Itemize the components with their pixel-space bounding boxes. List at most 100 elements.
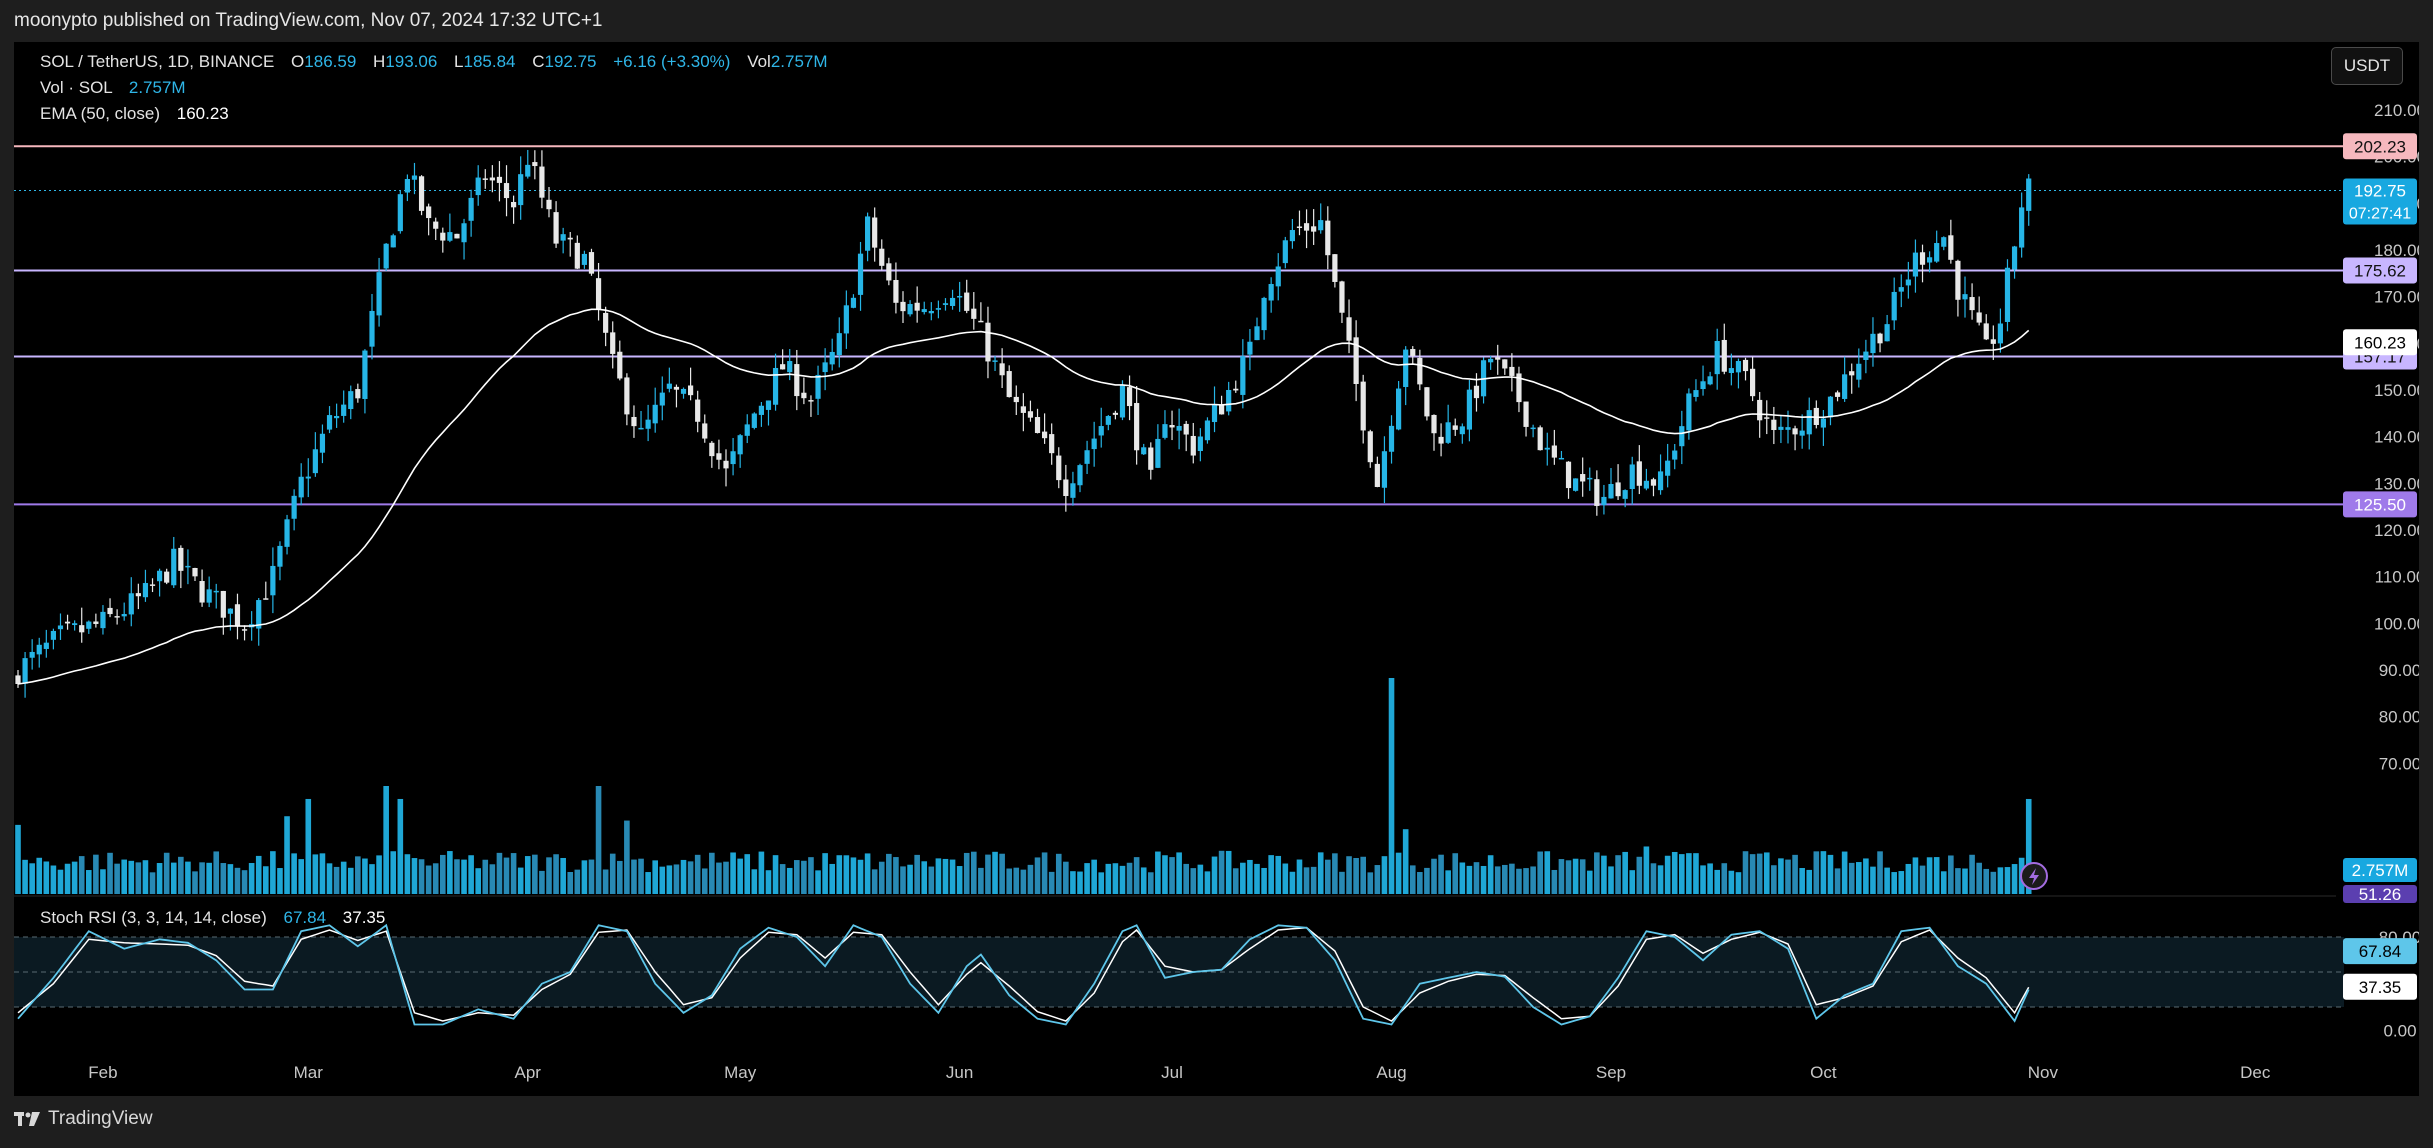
candle-body [758,405,764,415]
candle-body [1891,291,1897,321]
candle-body [1190,435,1196,456]
volume-bar [1339,871,1345,894]
candle-body [1912,252,1919,277]
volume-bar [609,853,616,894]
candle-body [680,388,687,394]
volume-bar [1735,872,1742,894]
volume-bar [935,858,942,894]
candle-body [1842,374,1848,399]
candle-body [369,310,375,347]
candle-body [206,589,212,603]
volume-bar [149,872,156,894]
candle-body [93,621,99,624]
volume-bar [1884,867,1890,894]
volume-bar [206,862,212,894]
volume-bar [178,856,184,894]
candle-body [1636,461,1642,486]
candle-body [1063,479,1069,497]
ema-label[interactable]: EMA (50, close) [40,104,160,123]
chart-panel[interactable]: 70.00 80.00 90.00 100.00 110.00 120.00 130.00 1… [14,42,2419,1096]
candle-body [1233,388,1239,391]
volume-bar [241,870,248,894]
candle-body [36,644,42,655]
volume-bar [22,859,28,894]
candle-body [673,386,680,390]
candle-body [1537,427,1543,451]
candle-body [1750,368,1756,397]
candle-body [1657,471,1664,491]
candle-body [475,177,481,196]
stoch-tick-label: 0.00 [2383,1021,2416,1040]
volume-bar [886,853,892,894]
volume-bar [1296,859,1303,894]
volume-bar [751,869,758,894]
volume-bar [1438,854,1444,894]
candle-body [1438,436,1444,444]
stoch-legend: Stoch RSI (3, 3, 14, 14, close) 67.84 37… [40,908,385,928]
candle-body [461,223,467,243]
brand-name[interactable]: TradingView [48,1108,153,1130]
volume-bar [1063,861,1069,894]
volume-bar [390,851,397,894]
volume-bar [107,852,113,894]
stoch-label[interactable]: Stoch RSI (3, 3, 14, 14, close) [40,908,267,927]
volume-bar [1926,857,1933,894]
ema-value: 160.23 [176,104,229,123]
candle-body [1955,260,1961,300]
volume-bar [836,855,843,894]
replay-button[interactable] [2020,862,2048,890]
stoch-d-badge-text: 37.35 [2359,978,2402,997]
volume-bar [744,854,751,894]
candle-body [1339,281,1345,313]
candle-body [985,322,991,362]
volume-bar [1572,858,1579,894]
volume-bar [815,870,821,894]
volume-bar [461,859,467,894]
candle-body [418,176,425,211]
volume-bar [1126,862,1133,894]
candle-body [319,433,326,453]
top-bar: moonypto published on TradingView.com, N… [0,0,2433,44]
volume-bar [1268,855,1274,894]
ohlc-legend: SOL / TetherUS, 1D, BINANCE O186.59 H193… [40,52,828,72]
volume-bar [900,866,906,894]
candle-body [334,415,340,419]
countdown-text: 07:27:41 [2349,206,2411,223]
volume-bar [1516,868,1522,894]
symbol-title[interactable]: SOL / TetherUS, 1D, BINANCE [40,52,274,71]
candle-body [652,404,658,424]
volume-bar [1140,867,1147,894]
volume-bar [1424,867,1430,894]
volume-bar [333,866,340,894]
time-tick-label: Nov [2028,1063,2059,1082]
volume-bar [135,862,142,894]
volume-bar [1608,866,1614,894]
volume-label[interactable]: Vol · SOL [40,78,112,97]
volume-bar [1445,870,1451,894]
volume-bar [1601,855,1607,894]
candle-body [1679,426,1685,447]
candle-body [914,302,920,311]
volume-bar [1523,868,1529,894]
candle-body [1898,287,1904,292]
volume-bar [234,867,241,894]
candle-body [744,424,750,436]
volume-bar [1374,865,1381,894]
volume-bar [758,851,765,894]
candle-body [553,212,559,244]
chart-svg[interactable]: 70.00 80.00 90.00 100.00 110.00 120.00 130.00 1… [14,42,2419,1096]
candle-body [1742,359,1749,372]
candle-body [1247,341,1253,355]
tradingview-logo-icon[interactable] [14,1111,40,1127]
price-tick-label: 130.00 [2374,474,2419,493]
currency-button[interactable]: USDT [2331,47,2403,85]
volume-bar [440,854,446,894]
vol-label: Vol [747,52,771,71]
volume-bar [142,860,149,894]
candle-body [1884,324,1890,342]
volume-bar [666,865,673,894]
volume-bar [1480,865,1487,894]
candle-body [1289,230,1295,242]
volume-bar [985,854,991,894]
candle-body [1119,385,1126,418]
